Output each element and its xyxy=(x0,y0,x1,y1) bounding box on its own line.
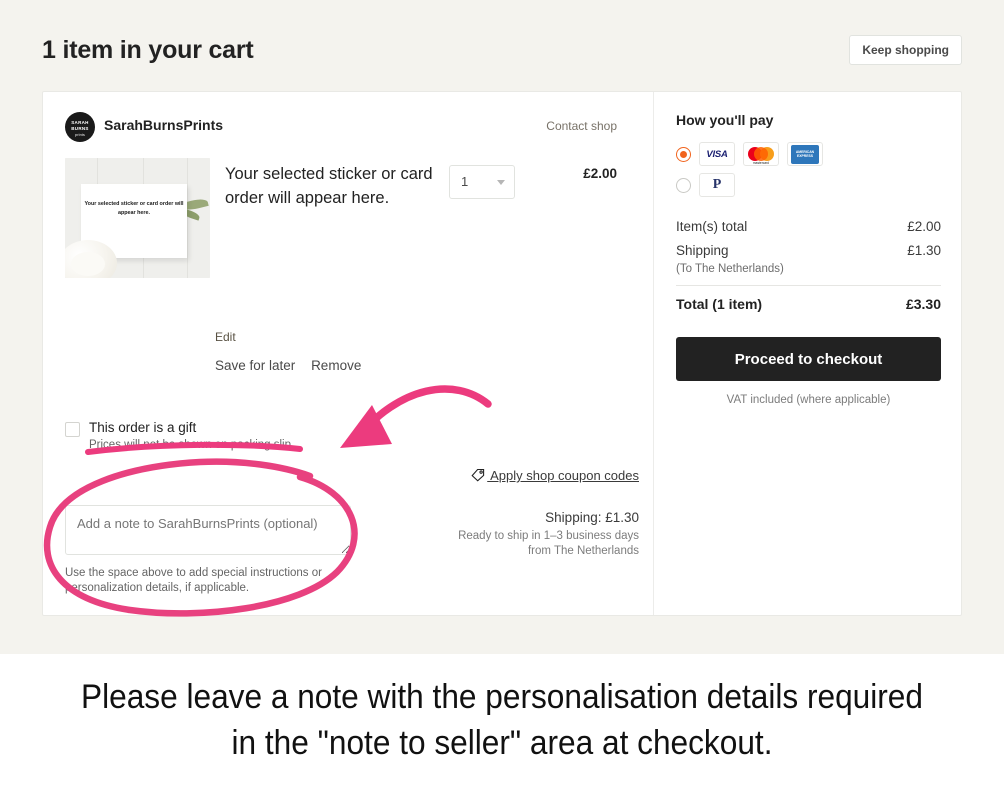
credit-card-radio[interactable] xyxy=(676,146,691,162)
contact-shop-link[interactable]: Contact shop xyxy=(546,119,617,133)
payment-summary-column: How you'll pay VISA mastercard AMERICAN … xyxy=(653,92,963,615)
caption-line-1: Please leave a note with the personalisa… xyxy=(81,678,923,716)
caption-region: Please leave a note with the personalisa… xyxy=(0,654,1004,797)
cart-item-column: SARAH BURNS prints SarahBurnsPrints Cont… xyxy=(43,92,653,615)
avatar-line-1: SARAH xyxy=(71,120,89,125)
item-title[interactable]: Your selected sticker or card order will… xyxy=(225,162,440,210)
visa-icon: VISA xyxy=(699,142,735,166)
page-title: 1 item in your cart xyxy=(42,36,254,64)
save-for-later-link[interactable]: Save for later xyxy=(215,358,295,373)
cart-item-row: Your selected sticker or card order will… xyxy=(65,158,631,288)
vat-note: VAT included (where applicable) xyxy=(726,394,891,406)
thumbnail-card-text: Your selected sticker or card order will… xyxy=(84,201,184,216)
keep-shopping-button[interactable]: Keep shopping xyxy=(849,35,962,65)
paypal-p-glyph: P xyxy=(712,176,722,192)
chevron-down-icon xyxy=(497,180,505,185)
shipping-eta-line-2: from The Netherlands xyxy=(527,545,639,557)
flower-decoration-2 xyxy=(71,252,105,276)
totals-row-grand: Total (1 item) £3.30 xyxy=(676,296,941,312)
paypal-radio[interactable] xyxy=(676,177,691,193)
proceed-to-checkout-button[interactable]: Proceed to checkout xyxy=(676,337,941,381)
apply-coupon-link[interactable]: Apply shop coupon codes xyxy=(471,468,639,483)
note-help-text: Use the space above to add special instr… xyxy=(65,567,322,594)
caption-line-2: in the "note to seller" area at checkout… xyxy=(231,724,773,762)
amex-label: AMERICAN EXPRESS xyxy=(795,150,815,158)
shipping-eta-line-1: Ready to ship in 1–3 business days xyxy=(458,530,639,542)
item-price: £2.00 xyxy=(583,166,617,181)
secondary-actions: Save for later Remove xyxy=(215,358,373,373)
mastercard-marks: mastercard xyxy=(748,146,774,165)
grand-total-value: £3.30 xyxy=(905,296,941,312)
payment-method-credit-card[interactable]: VISA mastercard AMERICAN EXPRESS xyxy=(676,142,941,166)
shipping-label: Shipping xyxy=(676,243,729,258)
paypal-icon: P PayPal xyxy=(699,173,735,197)
mastercard-label: mastercard xyxy=(753,161,769,165)
quantity-select[interactable]: 1 xyxy=(449,165,515,199)
payment-method-paypal[interactable]: P PayPal xyxy=(676,173,941,197)
cart-card: SARAH BURNS prints SarahBurnsPrints Cont… xyxy=(42,91,962,616)
gift-checkbox[interactable] xyxy=(65,422,80,437)
gift-checkbox-label[interactable]: This order is a gift xyxy=(89,420,196,435)
totals-row-shipping: Shipping £1.30 xyxy=(676,243,941,258)
apply-coupon-label: Apply shop coupon codes xyxy=(487,468,639,483)
visa-label: VISA xyxy=(706,148,728,160)
amex-icon: AMERICAN EXPRESS xyxy=(787,142,823,166)
note-to-seller-input[interactable] xyxy=(65,505,351,555)
caption-text: Please leave a note with the personalisa… xyxy=(35,674,969,766)
edit-link[interactable]: Edit xyxy=(215,330,373,344)
items-total-label: Item(s) total xyxy=(676,219,748,234)
shipping-note: Shipping: £1.30 Ready to ship in 1–3 bus… xyxy=(379,510,639,559)
shipping-amount: Shipping: £1.30 xyxy=(545,510,639,525)
note-to-seller-block: Use the space above to add special instr… xyxy=(65,505,351,596)
avatar-line-3: prints xyxy=(75,133,85,137)
shop-header-row: SARAH BURNS prints SarahBurnsPrints Cont… xyxy=(65,112,631,146)
quantity-value: 1 xyxy=(461,174,469,189)
paypal-glyph-wrap: P PayPal xyxy=(707,175,727,196)
shop-name-link[interactable]: SarahBurnsPrints xyxy=(104,117,223,133)
totals-divider xyxy=(676,285,941,286)
items-total-value: £2.00 xyxy=(907,219,941,234)
item-thumbnail[interactable]: Your selected sticker or card order will… xyxy=(65,158,210,278)
grand-total-label: Total (1 item) xyxy=(676,296,763,312)
cart-screenshot-region: 1 item in your cart Keep shopping SARAH … xyxy=(0,0,1004,654)
page-header: 1 item in your cart Keep shopping xyxy=(42,30,962,72)
mastercard-icon: mastercard xyxy=(743,142,779,166)
remove-link[interactable]: Remove xyxy=(311,358,361,373)
shipping-value: £1.30 xyxy=(907,243,941,258)
item-actions: Edit Save for later Remove xyxy=(215,330,373,373)
gift-sub-label: Prices will not be shown on packing slip xyxy=(89,439,291,451)
tag-icon xyxy=(471,468,485,482)
payment-heading: How you'll pay xyxy=(676,112,774,128)
totals-row-items: Item(s) total £2.00 xyxy=(676,219,941,234)
coupon-row: Apply shop coupon codes xyxy=(471,467,639,485)
ship-to-label: (To The Netherlands) xyxy=(676,263,784,275)
shop-avatar: SARAH BURNS prints xyxy=(65,112,95,142)
amex-box: AMERICAN EXPRESS xyxy=(791,144,819,164)
shipping-eta: Ready to ship in 1–3 business days from … xyxy=(379,529,639,559)
order-totals: Item(s) total £2.00 Shipping £1.30 (To T… xyxy=(676,219,941,406)
